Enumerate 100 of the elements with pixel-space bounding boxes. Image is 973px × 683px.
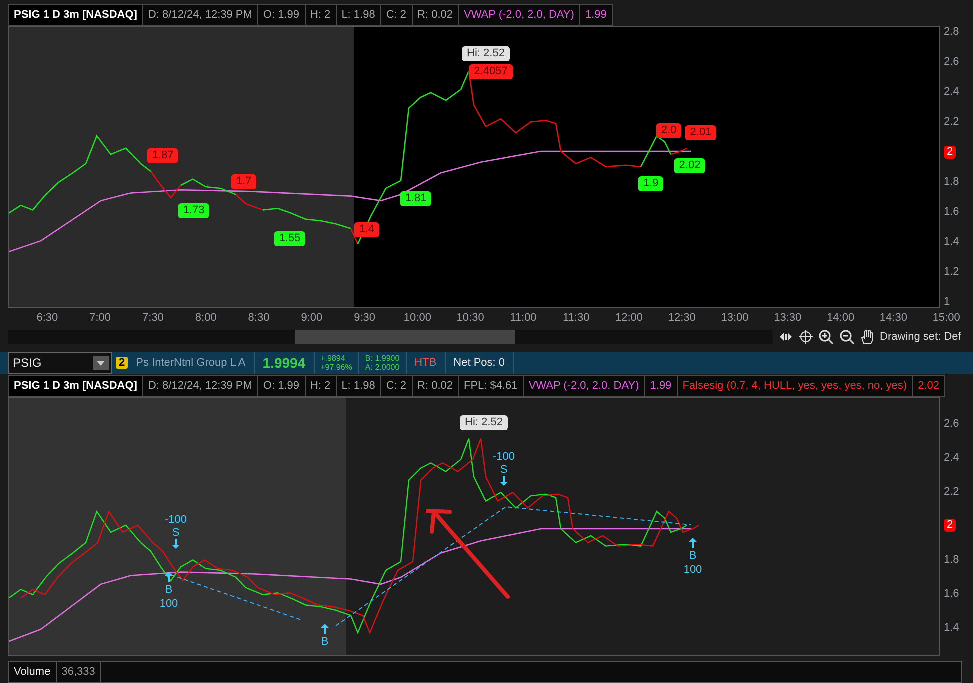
time-label: 7:00: [88, 312, 112, 324]
price-callout: 1.73: [178, 204, 210, 218]
quote-field: C: 2: [381, 4, 413, 26]
arrow-up-icon: [165, 572, 173, 582]
price-callout: 2.01: [685, 126, 717, 140]
trade-side: S: [172, 527, 180, 539]
zoom-in-icon[interactable]: [819, 330, 834, 344]
trade-quantity: -100: [164, 514, 188, 526]
percent-change: +97.96%: [320, 363, 352, 372]
axis-label: 1.8: [944, 554, 960, 566]
high-callout: Hi: 2.52: [460, 416, 508, 430]
last-price: 1.9994: [254, 352, 315, 374]
chart-symbol[interactable]: PSIG 1 D 3m [NASDAQ]: [8, 4, 144, 26]
drawing-set-label[interactable]: Drawing set: Def: [880, 331, 962, 343]
axis-label: 1.2: [944, 266, 960, 278]
scrollbar-thumb[interactable]: [295, 330, 515, 344]
price-callout: 2.02: [674, 158, 706, 174]
quote-field: R: 0.02: [412, 4, 459, 26]
trade-side: B: [165, 584, 173, 596]
axis-label: 1.8: [944, 176, 960, 188]
quote-field: FPL: $4.61: [458, 375, 524, 397]
axis-label: 1.6: [944, 588, 960, 600]
company-name: Ps InterNtnl Group L A: [128, 352, 255, 374]
study-label[interactable]: VWAP (-2.0, 2.0, DAY): [524, 375, 646, 397]
axis-label: 1.6: [944, 206, 960, 218]
time-label: 13:00: [720, 312, 750, 324]
quote-field: D: 8/12/24, 12:39 PM: [143, 4, 258, 26]
pan-arrows-icon[interactable]: [779, 331, 793, 343]
quote-field: D: 8/12/24, 12:39 PM: [143, 375, 258, 397]
axis-label: 2.2: [944, 116, 960, 128]
quote-field: H: 2: [306, 375, 337, 397]
time-label: 10:00: [402, 312, 432, 324]
time-label: 11:00: [509, 312, 538, 324]
price-tag: 2: [944, 146, 956, 158]
study-label[interactable]: Falsesig (0.7, 4, HULL, yes, yes, yes, no, yes): [678, 375, 914, 397]
price-callout: 1.55: [274, 232, 306, 246]
time-label: 13:30: [773, 312, 803, 324]
scrollbar[interactable]: [8, 330, 773, 344]
study-value: 2.02: [913, 375, 946, 397]
hand-icon[interactable]: [861, 330, 874, 344]
link-badge[interactable]: 2: [116, 357, 128, 369]
quote-field: C: 2: [381, 375, 413, 397]
time-label: 14:30: [878, 312, 908, 324]
volume-value: 36,333: [56, 662, 102, 682]
arrow-down-icon: [500, 476, 508, 486]
arrow-up-icon: [321, 624, 329, 634]
time-label: 14:00: [826, 312, 856, 324]
price-callout: 1.7: [231, 174, 257, 190]
time-label: 12:30: [667, 312, 697, 324]
volume-label: Volume: [9, 662, 57, 682]
caret-icon[interactable]: [93, 356, 109, 370]
zoom-out-icon[interactable]: [840, 330, 855, 344]
axis-label: 2.6: [944, 56, 960, 68]
price-callout: 1.87: [147, 148, 179, 164]
axis-label: 2.4: [944, 86, 960, 98]
time-label: 15:00: [932, 312, 962, 324]
time-label: 10:30: [456, 312, 486, 324]
price-callout: 2.0: [656, 124, 682, 138]
price-callout: 2.4057: [469, 64, 513, 80]
trade-side: S: [500, 464, 508, 476]
time-label: 9:00: [300, 312, 324, 324]
symbol-select[interactable]: PSIG: [8, 352, 112, 374]
time-label: 11:30: [562, 312, 591, 324]
chart-symbol[interactable]: PSIG 1 D 3m [NASDAQ]: [8, 375, 144, 397]
htb-label: HTB: [406, 352, 446, 374]
axis-label: 2.4: [944, 452, 960, 464]
axis-label: 2.6: [944, 418, 960, 430]
time-label: 6:30: [36, 312, 60, 324]
time-label: 8:30: [247, 312, 271, 324]
price-callout: 1.9: [638, 176, 664, 192]
quote-field: R: 0.02: [412, 375, 459, 397]
axis-label: 1.4: [944, 622, 960, 634]
study-label[interactable]: VWAP (-2.0, 2.0, DAY): [458, 4, 580, 26]
high-callout: Hi: 2.52: [462, 46, 510, 62]
quote-field: O: 1.99: [258, 375, 306, 397]
axis-label: 1.4: [944, 236, 960, 248]
trade-side: B: [321, 636, 329, 648]
arrow-down-icon: [172, 539, 180, 549]
price-callout: 1.4: [354, 222, 380, 238]
net-position: Net Pos: 0: [446, 352, 514, 374]
axis-label: 2.8: [944, 26, 960, 38]
time-label: 8:00: [194, 312, 218, 324]
study-value: 1.99: [645, 375, 678, 397]
time-label: 9:30: [353, 312, 376, 324]
arrow-up-icon: [689, 538, 697, 548]
quote-field: L: 1.98: [336, 4, 382, 26]
axis-label: 1: [944, 296, 950, 308]
quote-field: L: 1.98: [336, 375, 382, 397]
ask-price: A: 2.0000: [365, 363, 400, 372]
price-callout: 1.81: [400, 192, 432, 206]
study-value: 1.99: [580, 4, 613, 26]
axis-label: 2.2: [944, 486, 960, 498]
trade-quantity: 100: [160, 598, 178, 610]
trade-side: B: [689, 550, 697, 562]
net-change: +.9894: [320, 354, 346, 363]
trade-quantity: 100: [684, 564, 702, 576]
trade-quantity: -100: [492, 451, 516, 463]
quote-field: H: 2: [306, 4, 337, 26]
quote-field: O: 1.99: [258, 4, 306, 26]
crosshair-icon[interactable]: [799, 330, 813, 344]
